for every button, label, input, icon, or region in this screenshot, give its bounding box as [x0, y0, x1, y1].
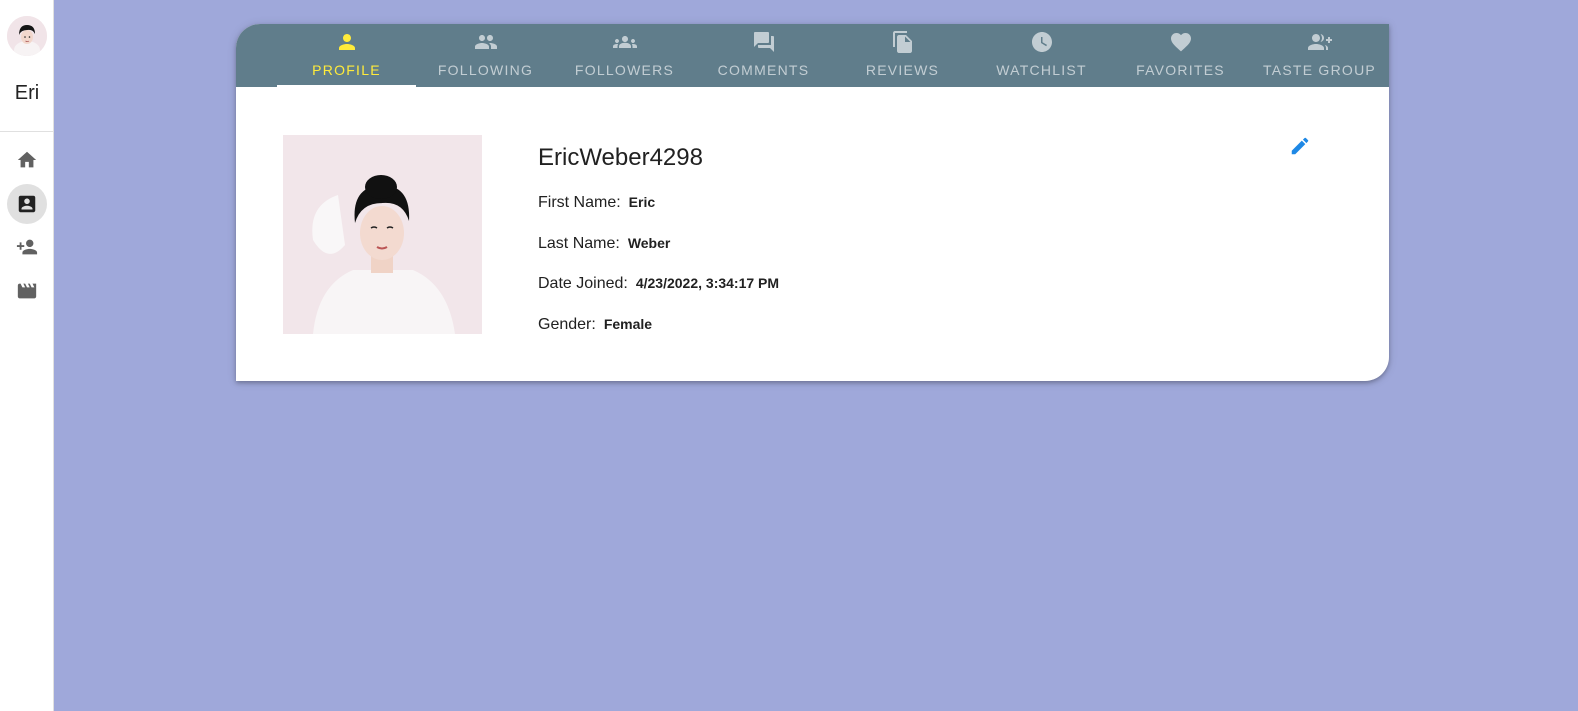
edit-profile-button[interactable] — [1282, 128, 1318, 164]
field-value: Eric — [628, 194, 656, 210]
field-value: Weber — [627, 235, 671, 251]
field-date-joined: Date Joined: 4/23/2022, 3:34:17 PM — [538, 275, 779, 293]
field-gender: Gender: Female — [538, 316, 652, 334]
sidebar-item-movies[interactable] — [7, 271, 47, 311]
sidebar-divider — [0, 131, 54, 132]
field-label: Date Joined: — [538, 275, 628, 292]
tab-label: WATCHLIST — [996, 62, 1087, 78]
groups-icon — [612, 36, 637, 48]
profile-photo — [283, 135, 482, 334]
tab-watchlist[interactable]: WATCHLIST — [972, 24, 1111, 87]
clock-icon — [1031, 32, 1052, 52]
tab-label: PROFILE — [312, 62, 381, 78]
user-avatar[interactable] — [7, 16, 47, 56]
sidebar-user-name: Eri — [14, 82, 40, 104]
profile-card-icon — [18, 195, 36, 213]
field-label: First Name: — [538, 194, 621, 211]
movie-icon — [17, 283, 37, 299]
pencil-icon — [1291, 137, 1309, 155]
tab-label: COMMENTS — [717, 62, 810, 78]
tab-label: TASTE GROUP — [1262, 62, 1377, 78]
tab-label: REVIEWS — [865, 62, 940, 78]
field-value: Female — [603, 316, 653, 332]
file-copy-icon — [892, 31, 912, 53]
heart-icon — [1170, 33, 1191, 52]
tab-bar: PROFILE FOLLOWING FOLLOWERS COMMENTS REV… — [236, 24, 1389, 87]
add-person-icon — [16, 239, 38, 255]
sidebar-item-add-friend[interactable] — [7, 227, 47, 267]
tab-label: FOLLOWING — [437, 62, 534, 78]
avatar-image — [7, 16, 47, 56]
sidebar-item-profile[interactable] — [7, 184, 47, 224]
profile-username: EricWeber4298 — [538, 144, 703, 171]
field-first-name: First Name: Eric — [538, 194, 655, 212]
field-label: Last Name: — [538, 235, 620, 252]
people-icon — [474, 35, 497, 49]
profile-photo-image — [283, 135, 482, 334]
group-add-icon — [1307, 34, 1332, 50]
field-value: 4/23/2022, 3:34:17 PM — [635, 275, 780, 291]
tab-comments[interactable]: COMMENTS — [694, 24, 833, 87]
profile-card: PROFILE FOLLOWING FOLLOWERS COMMENTS REV… — [236, 24, 1389, 381]
home-icon — [17, 151, 37, 168]
tab-favorites[interactable]: FAVORITES — [1111, 24, 1250, 87]
tab-following[interactable]: FOLLOWING — [416, 24, 555, 87]
field-last-name: Last Name: Weber — [538, 235, 670, 253]
tab-label: FOLLOWERS — [574, 62, 675, 78]
tab-profile[interactable]: PROFILE — [277, 24, 416, 87]
sidebar-item-home[interactable] — [7, 140, 47, 180]
tab-taste-group[interactable]: TASTE GROUP — [1250, 24, 1389, 87]
person-icon — [338, 34, 355, 50]
active-tab-indicator — [277, 85, 416, 87]
tab-label: FAVORITES — [1136, 62, 1225, 78]
tab-reviews[interactable]: REVIEWS — [833, 24, 972, 87]
sidebar: Eri — [0, 0, 54, 711]
tab-followers[interactable]: FOLLOWERS — [555, 24, 694, 87]
forum-icon — [753, 32, 774, 52]
field-label: Gender: — [538, 316, 596, 333]
